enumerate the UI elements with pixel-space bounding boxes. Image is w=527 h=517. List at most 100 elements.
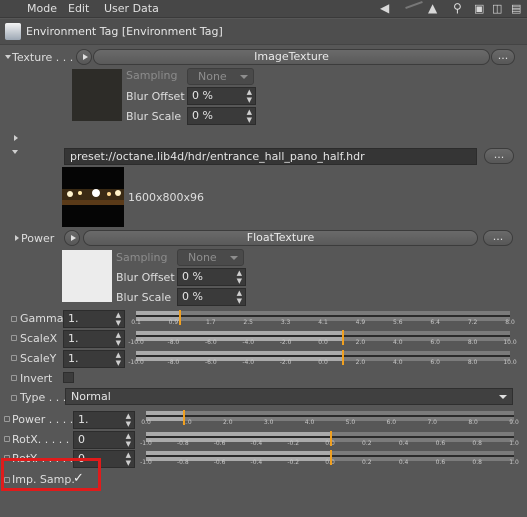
search-icon[interactable]: ⚲ (453, 1, 462, 16)
chevron-down-icon (230, 256, 238, 260)
slider-tick-label: -1.0 (140, 440, 152, 447)
hdr-resolution: 1600x800x96 (128, 191, 205, 204)
menu-mode[interactable]: Mode (27, 2, 57, 15)
power-param-slider[interactable]: 0.0 1.0 2.0 3.0 4.0 5.0 6.0 7.0 8.0 9.0 (141, 409, 519, 427)
rotx-slider[interactable]: -1.0-0.8-0.6-0.4-0.20.00.20.40.60.81.0 (140, 430, 519, 448)
power-expand-icon[interactable] (15, 235, 19, 241)
highlight-box (1, 458, 101, 491)
power-sampling-select[interactable]: None (177, 249, 244, 266)
texture-sampling-select[interactable]: None (187, 68, 254, 85)
slider-tick-label: 6.0 (430, 359, 440, 366)
texture-collapse-icon[interactable] (5, 55, 11, 59)
scaley-field[interactable]: 1. ▲ ▼ (63, 350, 125, 368)
slider-tick-label: -4.0 (242, 339, 255, 346)
slider-knob[interactable] (341, 330, 344, 345)
texture-blur-offset-field[interactable]: 0 % ▲ ▼ (187, 87, 256, 105)
stepper-arrows-icon[interactable]: ▲ ▼ (116, 311, 121, 327)
chevron-down-icon (240, 75, 248, 79)
animation-dot-icon[interactable] (11, 316, 17, 322)
stepper-arrows-icon[interactable]: ▲ ▼ (126, 412, 131, 428)
power-link-button[interactable] (64, 230, 80, 246)
animation-dot-icon[interactable] (4, 416, 10, 422)
roty-slider[interactable]: -1.0-0.8-0.6-0.4-0.20.00.20.40.60.81.0 (140, 449, 519, 467)
gamma-label: Gamma (20, 312, 64, 325)
texture-preview-swatch (72, 69, 122, 121)
slider-tick-label: 0.8 (472, 459, 482, 466)
hdr-file-path-field[interactable]: preset://octane.lib4d/hdr/entrance_hall_… (64, 148, 477, 165)
slider-tick-label: 9.0 (509, 419, 519, 426)
floattexture-button[interactable]: FloatTexture (83, 230, 478, 246)
texture-label: Texture . . . (12, 51, 74, 64)
stepper-arrows-icon[interactable]: ▲ ▼ (247, 88, 252, 104)
slider-tick-label: 3.3 (280, 319, 291, 326)
stepper-arrows-icon[interactable]: ▲ ▼ (116, 351, 121, 367)
animation-dot-icon[interactable] (11, 335, 17, 341)
texture-blur-scale-label: Blur Scale (126, 110, 182, 123)
slider-tick-label: 2.0 (355, 359, 366, 366)
collapse-arrow-icon[interactable] (12, 150, 18, 154)
invert-checkbox[interactable] (63, 372, 74, 383)
slider-tick-label: -0.4 (250, 459, 263, 466)
scaley-slider[interactable]: -10.0 -8.0 -6.0 -4.0 -2.0 0.0 2.0 4.0 6.0 8.0 10.0 (128, 349, 517, 367)
slider-tick-label: 0.0 (141, 419, 151, 426)
slider-tick-label: 4.9 (355, 319, 366, 326)
power-param-field[interactable]: 1. ▲ ▼ (73, 411, 135, 429)
type-select[interactable]: Normal (65, 388, 513, 405)
panel-title: Environment Tag [Environment Tag] (26, 25, 223, 38)
slider-line (136, 335, 510, 337)
power-sampling-label: Sampling (116, 251, 168, 264)
expand-arrow-icon[interactable] (14, 135, 18, 141)
slider-tick-label: 10.0 (503, 339, 517, 346)
file-browse-button[interactable]: ... (484, 148, 514, 164)
imagetexture-button[interactable]: ImageTexture (93, 49, 490, 65)
slider-knob[interactable] (182, 410, 185, 425)
slider-tick-label: -10.0 (128, 359, 144, 366)
texture-options-button[interactable]: ... (491, 49, 515, 65)
slider-tick-label: 0.0 (318, 359, 328, 366)
scalex-slider[interactable]: -10.0 -8.0 -6.0 -4.0 -2.0 0.0 2.0 4.0 6.0 8.0 10.0 (128, 329, 517, 347)
up-arrow-icon[interactable]: ▲ (428, 1, 437, 16)
gamma-field[interactable]: 1. ▲ ▼ (63, 310, 125, 328)
back-arrow-icon[interactable]: ◀ (380, 1, 389, 16)
slider-tick-label: -6.0 (204, 359, 217, 366)
slider-tick-label: 6.0 (430, 339, 440, 346)
texture-sampling-value: None (198, 70, 227, 83)
texture-blur-offset-label: Blur Offset (126, 90, 185, 103)
slider-tick-label: 5.6 (393, 319, 403, 326)
rotx-field[interactable]: 0 ▲ ▼ (73, 431, 135, 449)
power-options-button[interactable]: ... (483, 230, 513, 246)
slider-knob[interactable] (330, 431, 332, 446)
texture-link-button[interactable] (76, 49, 92, 65)
slider-tick-label: -1.0 (140, 459, 152, 466)
stepper-arrows-icon[interactable]: ▲ ▼ (116, 331, 121, 347)
slider-tick-label: 0.4 (398, 459, 409, 466)
slider-tick-label: -0.8 (176, 440, 189, 447)
animation-dot-icon[interactable] (11, 355, 17, 361)
menu-edit[interactable]: Edit (68, 2, 89, 15)
stepper-arrows-icon[interactable]: ▲ ▼ (237, 289, 242, 305)
texture-blur-scale-field[interactable]: 0 % ▲ ▼ (187, 107, 256, 125)
slider-tick-label: -2.0 (279, 339, 292, 346)
power-blur-offset-field[interactable]: 0 % ▲ ▼ (177, 268, 246, 286)
slider-tick-label: 0.6 (435, 440, 446, 447)
scaley-label: ScaleY (20, 352, 57, 365)
lock-icon[interactable]: ▣ (474, 1, 484, 16)
new-window-icon[interactable]: ◫ (492, 1, 502, 16)
slider-tick-label: 2.0 (355, 339, 366, 346)
slider-tick-label: 8.0 (505, 319, 515, 326)
animation-dot-icon[interactable] (11, 395, 17, 401)
stepper-arrows-icon[interactable]: ▲ ▼ (247, 108, 252, 124)
stepper-arrows-icon[interactable]: ▲ ▼ (237, 269, 242, 285)
slider-knob[interactable] (178, 310, 181, 325)
settings-icon[interactable]: ▤ (511, 1, 521, 16)
slider-knob[interactable] (330, 450, 332, 465)
animation-dot-icon[interactable] (4, 436, 10, 442)
scalex-field[interactable]: 1. ▲ ▼ (63, 330, 125, 348)
slider-knob[interactable] (341, 350, 344, 365)
animation-dot-icon[interactable] (11, 375, 17, 381)
stepper-arrows-icon[interactable]: ▲ ▼ (126, 432, 131, 448)
gamma-slider[interactable]: 0.1 0.9 1.7 2.5 3.3 4.1 4.9 5.6 6.4 7.2 8.0 (131, 309, 515, 327)
stepper-arrows-icon[interactable]: ▲ ▼ (126, 451, 131, 467)
menu-user-data[interactable]: User Data (104, 2, 159, 15)
power-blur-scale-field[interactable]: 0 % ▲ ▼ (177, 288, 246, 306)
